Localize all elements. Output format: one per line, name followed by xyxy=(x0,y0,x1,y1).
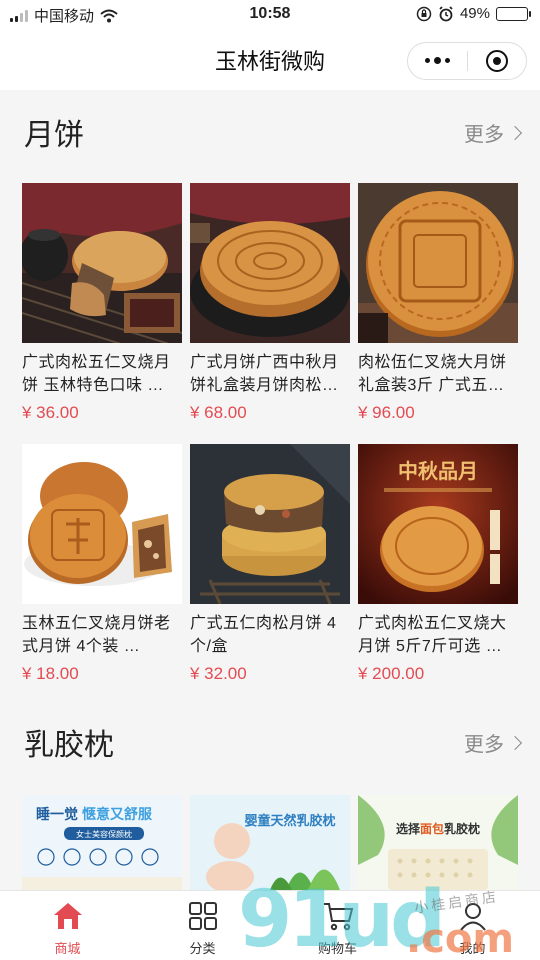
product-image xyxy=(358,183,518,343)
nav-bar: 玉林街微购 xyxy=(0,30,540,90)
more-link[interactable]: 更多 xyxy=(464,118,523,147)
tab-home[interactable]: 商城 xyxy=(0,891,135,960)
product-title: 广式肉松五仁叉烧大月饼 5斤7斤可选 … xyxy=(358,615,507,655)
section-header-pillow: 乳胶枕 更多 xyxy=(0,710,540,770)
product-card[interactable]: 婴童天然乳胶枕 xyxy=(190,795,350,890)
svg-text:选择面包乳胶枕: 选择面包乳胶枕 xyxy=(396,821,480,836)
product-image: 中秋品月 xyxy=(358,444,518,604)
banner-headline-b: 面包 xyxy=(420,821,444,836)
status-bar: 中国移动 10:58 49% xyxy=(0,0,540,30)
section-header-mooncake: 月饼 更多 xyxy=(0,100,540,160)
product-card[interactable]: 广式五仁肉松月饼 4个/盒 ¥ 32.00 xyxy=(190,444,350,688)
tab-label: 我的 xyxy=(459,941,486,956)
rotation-lock-icon xyxy=(416,6,432,21)
product-card[interactable]: 玉林五仁叉烧月饼老式月饼 4个装 … ¥ 18.00 xyxy=(22,444,182,688)
product-image xyxy=(22,444,182,604)
banner-subtitle: 女士美容保颜枕 xyxy=(76,829,132,839)
product-title: 广式月饼广西中秋月饼礼盒装月饼肉松… xyxy=(190,354,339,394)
svg-text:睡一觉惬意又舒服: 睡一觉 惬意又舒服 xyxy=(36,806,153,822)
alarm-icon xyxy=(439,5,453,21)
banner-headline-a: 选择 xyxy=(396,821,421,836)
product-price: ¥ 36.00 xyxy=(22,403,79,422)
product-price: ¥ 32.00 xyxy=(190,664,247,683)
cart-icon xyxy=(321,899,355,933)
product-image: 睡一觉 惬意又舒服 女士美容保颜枕 xyxy=(22,795,182,890)
more-label: 更多 xyxy=(464,124,504,146)
product-card[interactable]: 广式肉松五仁叉烧月饼 玉林特色口味 … ¥ 36.00 xyxy=(22,183,182,427)
product-price: ¥ 96.00 xyxy=(358,403,415,422)
product-title: 广式肉松五仁叉烧月饼 玉林特色口味 … xyxy=(22,354,171,394)
product-price: ¥ 18.00 xyxy=(22,664,79,683)
grid-icon xyxy=(186,899,220,933)
close-miniprogram-button[interactable] xyxy=(468,43,527,79)
product-price: ¥ 200.00 xyxy=(358,664,425,683)
product-card[interactable]: 选择面包乳胶枕 xyxy=(358,795,518,890)
more-link[interactable]: 更多 xyxy=(464,728,523,757)
section-title: 乳胶枕 xyxy=(24,729,114,762)
banner-headline: 婴童天然乳胶枕 xyxy=(244,813,335,828)
product-price: ¥ 68.00 xyxy=(190,403,247,422)
product-card[interactable]: 中秋品月 广式肉松五仁叉烧大月饼 5斤7斤可选 … ¥ 200.00 xyxy=(358,444,518,688)
product-grid-mooncake: 广式肉松五仁叉烧月饼 玉林特色口味 … ¥ 36.00 广式月饼广西中秋月饼礼盒… xyxy=(22,183,520,688)
tab-label: 购物车 xyxy=(317,941,357,956)
product-image xyxy=(190,444,350,604)
product-image xyxy=(190,183,350,343)
home-icon xyxy=(51,899,85,933)
chevron-right-icon xyxy=(507,125,523,140)
banner-headline-c: 乳胶枕 xyxy=(444,821,480,836)
battery-icon xyxy=(496,6,531,21)
user-icon xyxy=(456,899,490,933)
product-card[interactable]: 肉松伍仁叉烧大月饼礼盒装3斤 广式五… ¥ 96.00 xyxy=(358,183,518,427)
tab-label: 分类 xyxy=(189,941,216,956)
product-card[interactable]: 睡一觉 惬意又舒服 女士美容保颜枕 xyxy=(22,795,182,890)
tab-bar: 商城 分类 购物车 我的 xyxy=(0,890,540,960)
tab-category[interactable]: 分类 xyxy=(135,891,270,960)
tab-profile[interactable]: 我的 xyxy=(405,891,540,960)
tab-label: 商城 xyxy=(54,941,81,956)
product-title: 广式五仁肉松月饼 4个/盒 xyxy=(190,615,337,655)
product-title: 肉松伍仁叉烧大月饼礼盒装3斤 广式五… xyxy=(358,354,507,394)
chevron-right-icon xyxy=(507,735,523,750)
product-image: 选择面包乳胶枕 xyxy=(358,795,518,890)
banner-headline-a: 睡一觉 xyxy=(36,806,78,822)
product-grid-pillow: 睡一觉 惬意又舒服 女士美容保颜枕 婴童天然乳胶枕 选择面包乳胶枕 xyxy=(22,795,520,890)
product-card[interactable]: 广式月饼广西中秋月饼礼盒装月饼肉松… ¥ 68.00 xyxy=(190,183,350,427)
banner-headline: 中秋品月 xyxy=(398,459,478,483)
product-image xyxy=(22,183,182,343)
battery-percent: 49% xyxy=(459,5,490,22)
banner-headline-b: 惬意又舒服 xyxy=(82,806,153,822)
more-label: 更多 xyxy=(464,734,504,756)
product-image: 婴童天然乳胶枕 xyxy=(190,795,350,890)
miniprogram-capsule xyxy=(407,42,527,80)
target-icon xyxy=(485,50,508,72)
more-dots-icon xyxy=(424,57,450,64)
section-title: 月饼 xyxy=(24,119,84,152)
product-title: 玉林五仁叉烧月饼老式月饼 4个装 … xyxy=(22,615,171,655)
more-menu-button[interactable] xyxy=(408,43,467,79)
status-right: 49% xyxy=(416,5,531,22)
tab-cart[interactable]: 购物车 xyxy=(270,891,405,960)
